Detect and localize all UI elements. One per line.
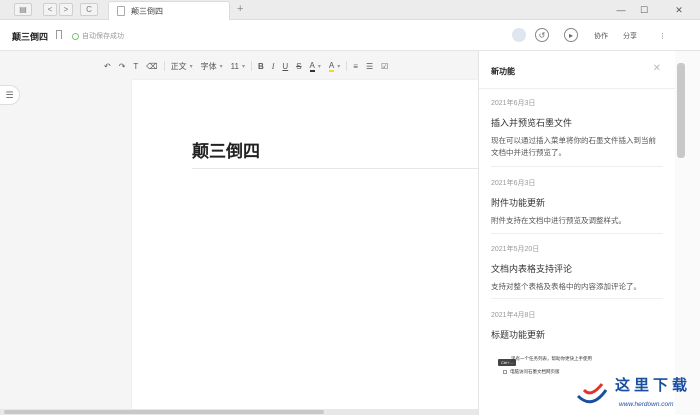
close-window-button[interactable]: ✕ <box>668 0 690 20</box>
font-size-value: 11 <box>230 61 239 71</box>
font-size-select[interactable]: 11 ▾ <box>227 59 249 73</box>
chevron-down-icon: ▾ <box>317 63 321 70</box>
tab-label: 颠三倒四 <box>131 6 163 16</box>
share-button[interactable]: 分享 <box>619 29 641 42</box>
tab-document[interactable]: 颠三倒四 <box>108 1 230 20</box>
font-family-value: 字体 <box>200 61 217 71</box>
news-description: 现在可以通过插入菜单将你的石墨文件插入到当前文档中并进行预览了。 <box>491 136 656 157</box>
title-divider <box>192 168 478 169</box>
save-status: 自动保存成功 <box>72 31 124 41</box>
refresh-button[interactable]: C <box>80 3 98 16</box>
format-painter-icon[interactable]: T <box>129 59 142 73</box>
news-title: 插入并预览石墨文件 <box>491 118 573 128</box>
divider <box>491 298 663 299</box>
news-title: 附件功能更新 <box>491 198 546 208</box>
bookmark-icon[interactable] <box>56 30 62 39</box>
news-description: 支持对整个表格及表格中的内容添加评论了。 <box>491 282 641 291</box>
tab-bar: ▤ < > C 颠三倒四 + — ☐ ✕ <box>0 0 700 20</box>
scrollbar-thumb[interactable] <box>4 410 324 414</box>
save-status-text: 自动保存成功 <box>82 33 124 40</box>
forward-button[interactable]: > <box>59 3 73 16</box>
divider <box>491 166 663 167</box>
bullet-list-icon[interactable]: ☰ <box>362 59 377 73</box>
preview-text: 里有一个任务列表，帮助你更快上手使用 <box>511 356 592 361</box>
present-icon[interactable]: ▸ <box>564 28 578 42</box>
font-family-select[interactable]: 字体 ▾ <box>197 59 227 73</box>
paragraph-style-value: 正文 <box>170 61 187 71</box>
list-item[interactable]: 2021年4月8日 标题功能更新 <box>491 310 663 341</box>
more-button[interactable]: ⋮ <box>655 29 670 42</box>
paragraph-style-select[interactable]: 正文 ▾ <box>167 59 197 73</box>
list-item[interactable]: 2021年6月3日 附件功能更新 附件支持在文档中进行预览及调整样式。 <box>491 178 663 227</box>
watermark-logo: 这里下载 www.herdown.com <box>575 370 697 414</box>
document-page[interactable]: 颠三倒四 <box>132 80 478 415</box>
horizontal-scrollbar[interactable] <box>0 409 478 415</box>
scrollbar-thumb[interactable] <box>677 63 685 158</box>
italic-button[interactable]: I <box>268 59 279 73</box>
checklist-icon[interactable]: ☑ <box>377 59 392 73</box>
divider <box>479 88 676 89</box>
new-tab-button[interactable]: + <box>237 3 243 15</box>
watermark-text: 这里下载 <box>615 376 692 394</box>
panel-title: 新功能 <box>491 67 515 76</box>
collaborate-button[interactable]: 协作 <box>590 29 612 42</box>
document-header: 颠三倒四 自动保存成功 ↺ ▸ 协作 分享 ⋮ <box>0 20 700 51</box>
watermark-url: www.herdown.com <box>619 401 674 408</box>
redo-icon[interactable]: ↷ <box>115 59 130 73</box>
chevron-down-icon: ▾ <box>189 63 193 70</box>
undo-icon[interactable]: ↶ <box>100 59 115 73</box>
strikethrough-button[interactable]: S <box>292 59 305 73</box>
divider <box>250 61 252 71</box>
sidebar-toggle-icon[interactable]: ▤ <box>14 3 32 16</box>
vertical-scrollbar[interactable] <box>675 51 700 415</box>
ordered-list-icon[interactable]: ≡ <box>349 59 362 73</box>
maximize-button[interactable]: ☐ <box>633 0 655 20</box>
chevron-down-icon: ▾ <box>219 63 223 70</box>
back-button[interactable]: < <box>43 3 57 16</box>
divider <box>491 233 663 234</box>
list-item[interactable]: 2021年6月3日 插入并预览石墨文件 现在可以通过插入菜单将你的石墨文件插入到… <box>491 98 663 159</box>
document-title[interactable]: 颠三倒四 <box>12 30 48 43</box>
format-toolbar: ↶ ↷ T ⌫ 正文 ▾ 字体 ▾ 11 ▾ B I U S A ▾ A ▾ ≡ ☰ ☑ <box>100 58 478 74</box>
preview-text: 电脑访问石墨文档网页版 <box>510 369 560 374</box>
news-title: 标题功能更新 <box>491 330 546 340</box>
bold-button[interactable]: B <box>254 59 268 73</box>
font-color-button[interactable]: A ▾ <box>306 59 325 73</box>
whats-new-panel: 新功能 ✕ 2021年6月3日 插入并预览石墨文件 现在可以通过插入菜单将你的石… <box>478 51 676 415</box>
news-date: 2021年4月8日 <box>491 312 536 319</box>
close-icon[interactable]: ✕ <box>653 63 661 74</box>
logo-swoosh-icon <box>576 383 608 404</box>
check-circle-icon <box>72 32 79 40</box>
outline-menu-icon[interactable]: ☰ <box>0 85 20 105</box>
avatar[interactable] <box>512 28 526 42</box>
history-icon[interactable]: ↺ <box>535 28 549 42</box>
checkbox-icon <box>503 370 507 374</box>
document-heading[interactable]: 颠三倒四 <box>192 137 260 162</box>
chevron-down-icon: ▾ <box>241 63 245 70</box>
list-item[interactable]: 2021年5月20日 文档内表格支持评论 支持对整个表格及表格中的内容添加评论了… <box>491 244 663 293</box>
font-color-glyph: A <box>309 60 315 72</box>
news-title: 文档内表格支持评论 <box>491 264 573 274</box>
underline-button[interactable]: U <box>278 59 292 73</box>
divider <box>346 61 348 71</box>
news-date: 2021年5月20日 <box>491 246 540 253</box>
clear-format-icon[interactable]: ⌫ <box>142 59 161 73</box>
news-date: 2021年6月3日 <box>491 100 536 107</box>
highlight-glyph: A <box>328 60 335 72</box>
divider <box>163 61 165 71</box>
highlight-button[interactable]: A ▾ <box>325 59 344 73</box>
news-date: 2021年6月3日 <box>491 180 536 187</box>
editor-background <box>0 51 130 415</box>
news-description: 附件支持在文档中进行预览及调整样式。 <box>491 216 626 225</box>
chevron-down-icon: ▾ <box>337 63 341 70</box>
preview-checklist-item: 电脑访问石墨文档网页版 <box>503 369 560 375</box>
document-icon <box>117 6 125 16</box>
minimize-button[interactable]: — <box>610 0 632 20</box>
